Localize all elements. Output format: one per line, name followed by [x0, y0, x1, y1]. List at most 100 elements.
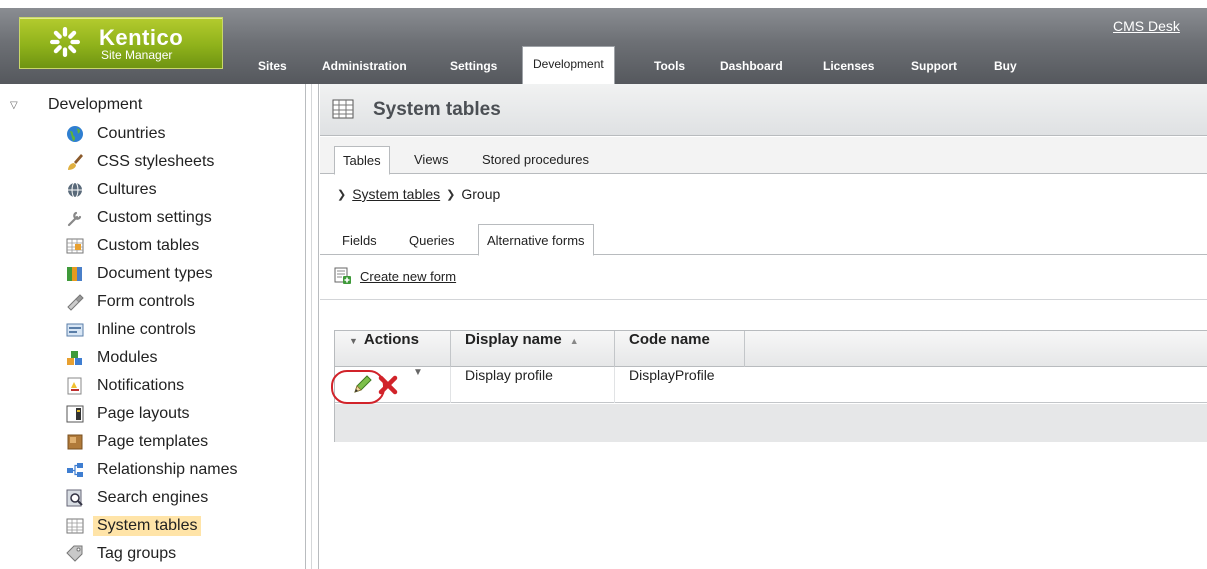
toolbar-divider [320, 299, 1207, 300]
content-tabs: Tables Views Stored procedures [320, 137, 1207, 175]
tree-item-label: Page layouts [97, 405, 190, 422]
tree-item-form-controls[interactable]: Form controls [66, 290, 195, 314]
tree-item-modules[interactable]: Modules [66, 346, 157, 370]
pane-splitter[interactable] [305, 84, 319, 569]
create-new-form-action[interactable]: Create new form [334, 267, 456, 285]
subtab-fields[interactable]: Fields [342, 227, 377, 255]
tree-item-label: Custom tables [97, 237, 200, 254]
tree-item-label: Form controls [97, 293, 195, 310]
tree-item-inline-controls[interactable]: Inline controls [66, 318, 196, 342]
tree-item-notifications[interactable]: Notifications [66, 374, 184, 398]
sort-ascending-icon: ▲ [569, 336, 579, 346]
nav-tab-development[interactable]: Development [522, 46, 615, 84]
inline-controls-icon [66, 321, 84, 339]
search-engine-icon [66, 489, 84, 507]
tree-item-label: Modules [97, 349, 158, 366]
modules-icon [66, 349, 84, 367]
tree-item-system-tables[interactable]: System tables [66, 514, 202, 538]
column-header-display-name[interactable]: Display name ▲ [451, 331, 615, 367]
nav-tab-buy[interactable]: Buy [994, 54, 1017, 78]
nav-tab-tools[interactable]: Tools [654, 54, 685, 78]
tree-item-document-types[interactable]: Document types [66, 262, 213, 286]
page-layout-icon [66, 405, 84, 423]
breadcrumb: ❯ System tables ❯ Group [337, 186, 500, 202]
row-menu-chevron-icon[interactable]: ▼ [413, 367, 423, 378]
logo-subtitle: Site Manager [101, 48, 173, 62]
subtab-alternative-forms[interactable]: Alternative forms [478, 224, 594, 256]
content-pane: System tables Tables Views Stored proced… [320, 84, 1207, 569]
delete-icon[interactable] [378, 375, 398, 395]
system-table-icon [66, 517, 84, 535]
tree-item-css-stylesheets[interactable]: CSS stylesheets [66, 150, 214, 174]
tree-item-label: Relationship names [97, 461, 238, 478]
form-controls-icon [66, 293, 84, 311]
tag-groups-icon [66, 545, 84, 563]
tab-tables[interactable]: Tables [334, 146, 390, 175]
create-new-form-link[interactable]: Create new form [360, 269, 456, 284]
tree-root-label: Development [48, 96, 143, 113]
page-template-icon [66, 433, 84, 451]
subtab-queries[interactable]: Queries [409, 227, 455, 255]
nav-tab-support[interactable]: Support [911, 54, 957, 78]
tree-item-label: System tables [93, 516, 202, 536]
tree-item-custom-settings[interactable]: Custom settings [66, 206, 212, 230]
cell-code-name: DisplayProfile [629, 367, 715, 383]
cms-desk-link[interactable]: CMS Desk [1113, 18, 1180, 34]
nav-tab-administration[interactable]: Administration [322, 54, 407, 78]
tree-item-label: Notifications [97, 377, 185, 394]
tree-collapse-icon[interactable]: ▽ [10, 100, 24, 111]
tree-item-page-layouts[interactable]: Page layouts [66, 402, 190, 426]
custom-table-icon [66, 237, 84, 255]
culture-globe-icon [66, 181, 84, 199]
brush-icon [66, 153, 84, 171]
page-title: System tables [373, 99, 501, 120]
breadcrumb-current: Group [461, 186, 501, 202]
breadcrumb-separator-icon: ❯ [446, 188, 456, 201]
content-title-bar: System tables [320, 84, 1207, 136]
grid-header: ▼ Actions Display name ▲ Code name [335, 331, 1207, 367]
relationship-icon [66, 461, 84, 479]
top-bar: Kentico Site Manager CMS Desk Sites Admi… [0, 0, 1207, 84]
globe-icon [66, 125, 84, 143]
tree-root-development[interactable]: ▽ Development [10, 96, 142, 114]
nav-tab-sites[interactable]: Sites [258, 54, 287, 78]
actions-menu-icon[interactable]: ▼ [349, 336, 358, 346]
tree-item-label: Document types [97, 265, 213, 282]
edit-pencil-icon[interactable] [351, 374, 373, 396]
tree-item-label: Countries [97, 125, 166, 142]
nav-tab-licenses[interactable]: Licenses [823, 54, 874, 78]
alternative-forms-grid: ▼ Actions Display name ▲ Code name ▼ Dis… [334, 330, 1207, 442]
tree-item-relationship-names[interactable]: Relationship names [66, 458, 238, 482]
tab-stored-procedures[interactable]: Stored procedures [482, 146, 589, 174]
breadcrumb-arrow-icon: ❯ [337, 188, 347, 201]
new-form-icon [334, 267, 351, 284]
nav-tab-settings[interactable]: Settings [450, 54, 497, 78]
tree-item-cultures[interactable]: Cultures [66, 178, 157, 202]
document-types-icon [66, 265, 84, 283]
tree-item-label: CSS stylesheets [97, 153, 215, 170]
tree-item-page-templates[interactable]: Page templates [66, 430, 208, 454]
column-header-actions[interactable]: ▼ Actions [335, 331, 451, 367]
column-header-code-name[interactable]: Code name [615, 331, 745, 367]
breadcrumb-system-tables-link[interactable]: System tables [352, 186, 440, 202]
tree-item-label: Inline controls [97, 321, 196, 338]
tab-views[interactable]: Views [414, 146, 448, 174]
notifications-icon [66, 377, 84, 395]
kentico-mark-icon [50, 27, 80, 57]
kentico-logo[interactable]: Kentico Site Manager [19, 17, 223, 69]
tree-item-custom-tables[interactable]: Custom tables [66, 234, 199, 258]
tree-item-label: Tag groups [97, 545, 177, 562]
tree-item-label: Custom settings [97, 209, 212, 226]
tree-item-label: Cultures [97, 181, 157, 198]
wrench-icon [66, 209, 84, 227]
tree-item-search-engines[interactable]: Search engines [66, 486, 208, 510]
table-row: ▼ Display profile DisplayProfile [335, 367, 1207, 403]
development-tree: ▽ Development Countries CSS stylesheets … [0, 84, 305, 569]
grid-footer [335, 404, 1207, 442]
cell-display-name: Display profile [451, 367, 615, 403]
tree-item-countries[interactable]: Countries [66, 122, 165, 146]
tree-item-label: Search engines [97, 489, 209, 506]
row-actions-cell: ▼ [335, 367, 451, 403]
nav-tab-dashboard[interactable]: Dashboard [720, 54, 783, 78]
tree-item-tag-groups[interactable]: Tag groups [66, 542, 176, 566]
